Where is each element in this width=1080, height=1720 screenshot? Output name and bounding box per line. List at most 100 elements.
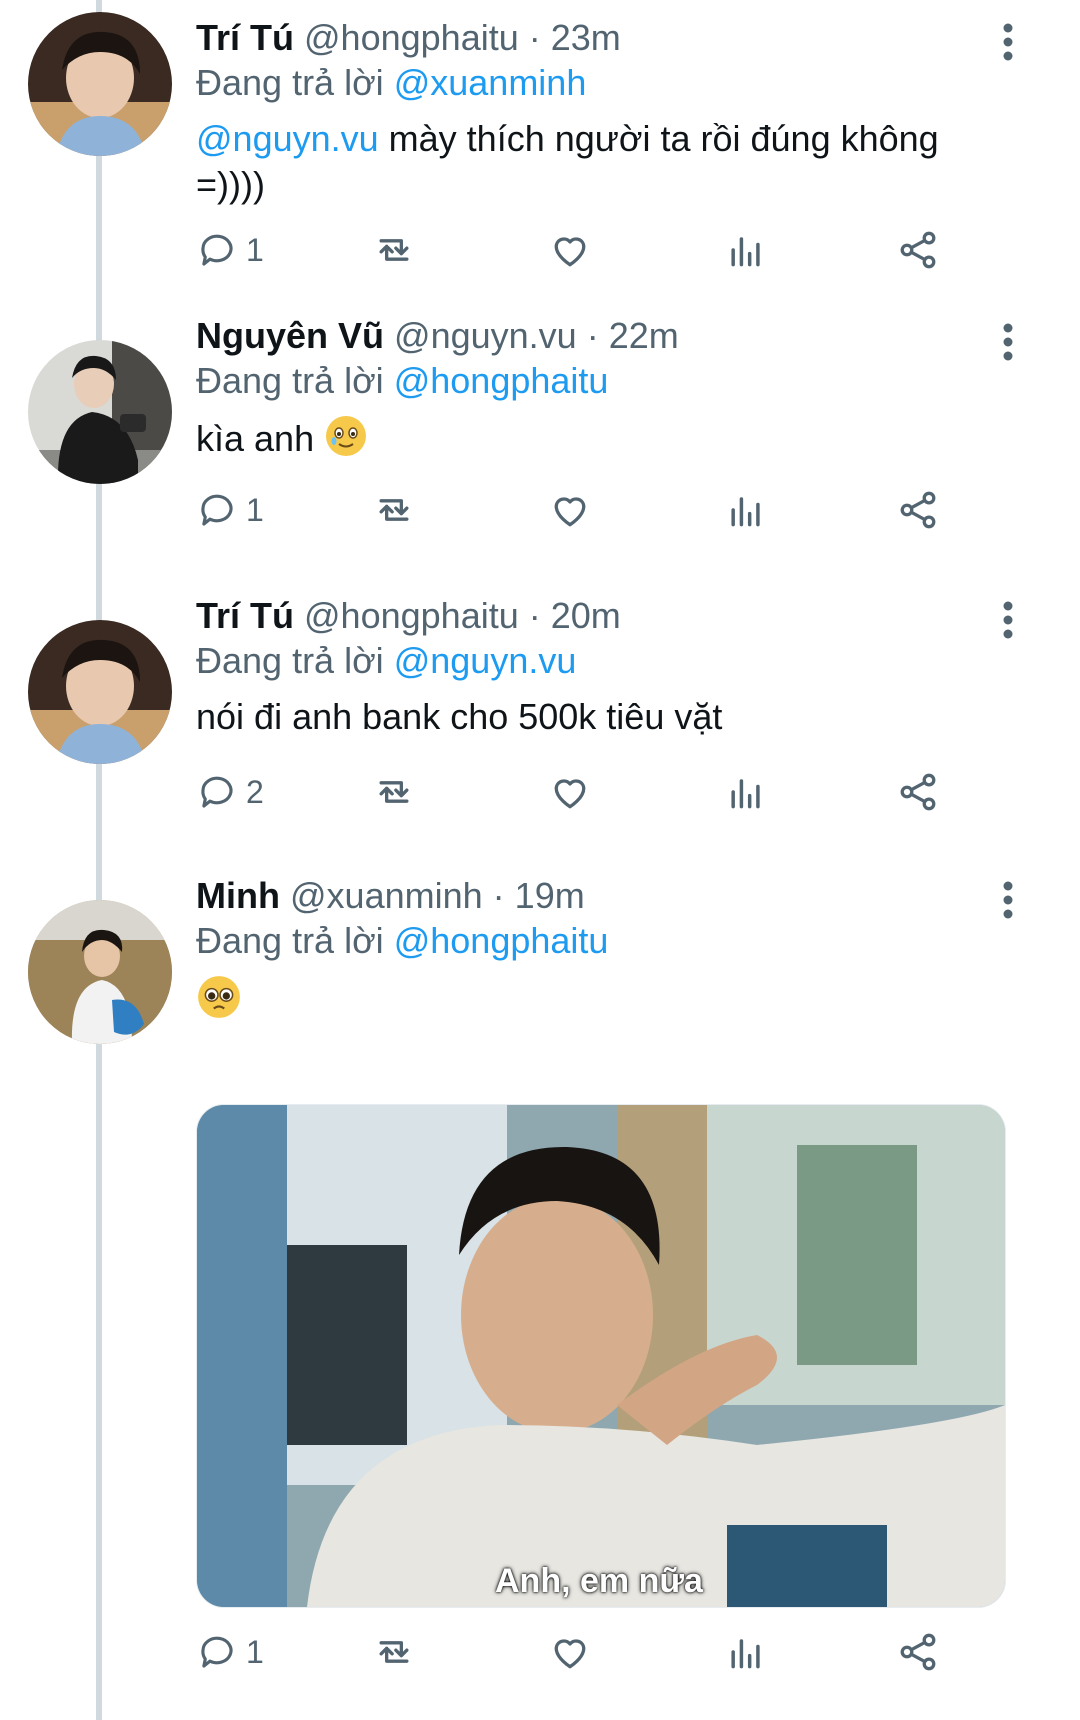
tweet-text: @nguyn.vu mày thích người ta rồi đúng kh… xyxy=(196,116,956,208)
replying-to-mention[interactable]: @hongphaitu xyxy=(394,920,609,961)
separator: · xyxy=(528,595,541,636)
tweet-text: kìa anh xyxy=(196,414,1040,469)
timestamp[interactable]: 23m xyxy=(551,17,621,58)
replying-to: Đang trả lời @nguyn.vu xyxy=(196,638,1040,684)
replying-to-label: Đang trả lời xyxy=(196,360,384,401)
like-icon xyxy=(554,1639,586,1669)
author-handle[interactable]: @nguyn.vu xyxy=(394,315,577,356)
tweet-2[interactable]: Nguyên Vũ @nguyn.vu · 22m Đang trả lời @… xyxy=(0,300,1080,580)
tweet-actions: 1 xyxy=(196,1624,1016,1680)
replying-to: Đang trả lời @xuanminh xyxy=(196,60,1040,106)
views-button[interactable] xyxy=(724,482,768,538)
replying-to-label: Đang trả lời xyxy=(196,62,384,103)
more-options-button[interactable] xyxy=(996,320,1020,364)
share-button[interactable] xyxy=(896,1624,940,1680)
avatar[interactable] xyxy=(28,12,172,156)
like-button[interactable] xyxy=(548,482,592,538)
share-button[interactable] xyxy=(896,222,940,278)
tweet-header: Trí Tú @hongphaitu · 20m xyxy=(196,594,1040,638)
replying-to: Đang trả lời @hongphaitu xyxy=(196,918,1040,964)
tweet-3[interactable]: Trí Tú @hongphaitu · 20m Đang trả lời @n… xyxy=(0,580,1080,860)
avatar[interactable] xyxy=(28,340,172,484)
timestamp[interactable]: 20m xyxy=(551,595,621,636)
author-handle[interactable]: @hongphaitu xyxy=(304,17,519,58)
more-icon xyxy=(1003,323,1013,361)
more-icon xyxy=(1003,881,1013,919)
tweet-actions: 1 xyxy=(196,222,1016,278)
replying-to-mention[interactable]: @hongphaitu xyxy=(394,360,609,401)
media-caption: Anh, em nữa xyxy=(495,1562,703,1600)
reply-icon xyxy=(201,1636,233,1668)
views-icon xyxy=(731,1639,760,1669)
tweet-text-content: kìa anh xyxy=(196,418,315,460)
like-button[interactable] xyxy=(548,222,592,278)
more-icon xyxy=(1003,601,1013,639)
reply-button[interactable]: 1 xyxy=(196,482,264,538)
tweet-header: Nguyên Vũ @nguyn.vu · 22m xyxy=(196,314,1040,358)
share-button[interactable] xyxy=(896,764,940,820)
tweet-header: Trí Tú @hongphaitu · 23m xyxy=(196,16,1040,60)
separator: · xyxy=(586,315,599,356)
author-handle[interactable]: @hongphaitu xyxy=(304,595,519,636)
timestamp[interactable]: 19m xyxy=(515,875,585,916)
reply-button[interactable]: 1 xyxy=(196,1624,264,1680)
smiling-face-with-tear-emoji xyxy=(324,414,368,469)
retweet-button[interactable] xyxy=(372,1624,416,1680)
replying-to-mention[interactable]: @nguyn.vu xyxy=(394,640,577,681)
retweet-icon xyxy=(379,781,409,803)
replying-to-label: Đang trả lời xyxy=(196,920,384,961)
retweet-button[interactable] xyxy=(372,482,416,538)
replying-to: Đang trả lời @hongphaitu xyxy=(196,358,1040,404)
text-mention[interactable]: @nguyn.vu xyxy=(196,118,379,159)
timestamp[interactable]: 22m xyxy=(609,315,679,356)
reply-count: 1 xyxy=(246,1633,264,1670)
tweet-4[interactable]: Minh @xuanminh · 19m Đang trả lời @hongp… xyxy=(0,860,1080,1720)
views-button[interactable] xyxy=(724,222,768,278)
author-name[interactable]: Nguyên Vũ xyxy=(196,315,384,356)
views-icon xyxy=(731,497,760,527)
replying-to-label: Đang trả lời xyxy=(196,640,384,681)
views-icon xyxy=(731,237,760,267)
share-icon xyxy=(900,1633,936,1671)
reply-count: 1 xyxy=(246,491,264,528)
more-options-button[interactable] xyxy=(996,878,1020,922)
like-icon xyxy=(554,497,586,527)
avatar[interactable] xyxy=(28,620,172,764)
like-icon xyxy=(554,779,586,809)
retweet-icon xyxy=(379,1641,409,1663)
views-button[interactable] xyxy=(724,1624,768,1680)
reply-icon xyxy=(201,776,233,808)
retweet-button[interactable] xyxy=(372,222,416,278)
reply-icon xyxy=(201,234,233,266)
share-icon xyxy=(900,491,936,529)
author-name[interactable]: Minh xyxy=(196,875,280,916)
tweet-1[interactable]: Trí Tú @hongphaitu · 23m Đang trả lời @x… xyxy=(0,0,1080,300)
author-handle[interactable]: @xuanminh xyxy=(290,875,483,916)
author-name[interactable]: Trí Tú xyxy=(196,17,294,58)
like-icon xyxy=(554,237,586,267)
more-icon xyxy=(1003,23,1013,61)
like-button[interactable] xyxy=(548,1624,592,1680)
tweet-text xyxy=(196,974,1040,1031)
views-button[interactable] xyxy=(724,764,768,820)
reply-count: 1 xyxy=(246,231,264,268)
media-image xyxy=(197,1105,1005,1607)
replying-to-mention[interactable]: @xuanminh xyxy=(394,62,587,103)
reply-count: 2 xyxy=(246,773,264,810)
tweet-header: Minh @xuanminh · 19m xyxy=(196,874,1040,918)
retweet-button[interactable] xyxy=(372,764,416,820)
tweet-media[interactable]: Anh, em nữa xyxy=(196,1104,1006,1608)
retweet-icon xyxy=(379,499,409,521)
like-button[interactable] xyxy=(548,764,592,820)
author-name[interactable]: Trí Tú xyxy=(196,595,294,636)
retweet-icon xyxy=(379,239,409,261)
separator: · xyxy=(528,17,541,58)
more-options-button[interactable] xyxy=(996,20,1020,64)
share-button[interactable] xyxy=(896,482,940,538)
separator: · xyxy=(492,875,505,916)
more-options-button[interactable] xyxy=(996,598,1020,642)
avatar[interactable] xyxy=(28,900,172,1044)
reply-button[interactable]: 2 xyxy=(196,764,264,820)
pleading-face-emoji xyxy=(196,974,242,1031)
reply-button[interactable]: 1 xyxy=(196,222,264,278)
